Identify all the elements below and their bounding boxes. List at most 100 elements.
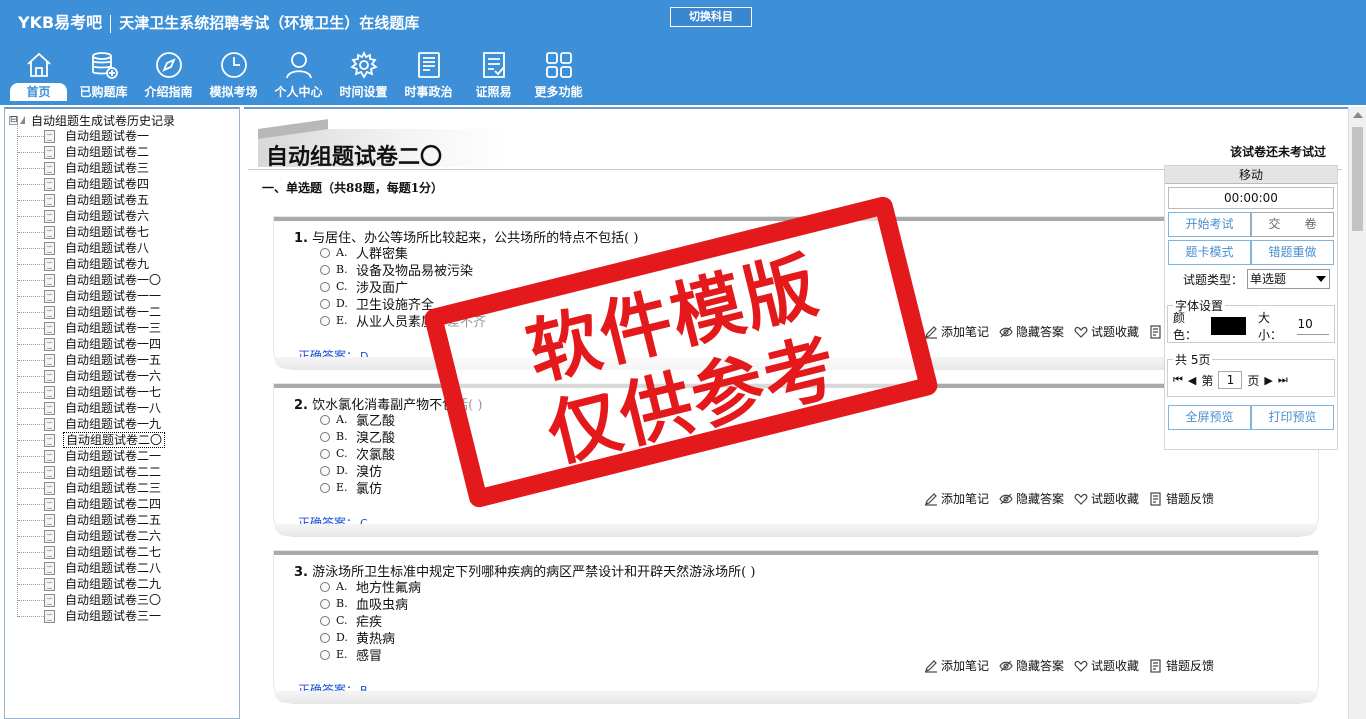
tree-item[interactable]: 自动组题试卷二一 bbox=[5, 448, 239, 464]
option-radio[interactable] bbox=[320, 448, 330, 459]
next-page-icon[interactable]: ▶ bbox=[1264, 374, 1272, 387]
nav-personal-center[interactable]: 个人中心 bbox=[266, 48, 331, 104]
tree-root[interactable]: ⊟ 自动组题生成试卷历史记录 bbox=[9, 112, 175, 128]
tree-item[interactable]: 自动组题试卷一七 bbox=[5, 384, 239, 400]
nav-home[interactable]: 首页 bbox=[6, 48, 71, 104]
option-radio[interactable] bbox=[320, 315, 330, 326]
answer-option[interactable]: C. 次氯酸 bbox=[320, 445, 395, 463]
tree-item[interactable]: 自动组题试卷一二 bbox=[5, 304, 239, 320]
font-color-swatch[interactable] bbox=[1210, 317, 1246, 335]
hide-answer-button[interactable]: 隐藏答案 bbox=[999, 490, 1064, 507]
tree-item[interactable]: 自动组题试卷三〇 bbox=[5, 592, 239, 608]
add-note-button[interactable]: 添加笔记 bbox=[924, 657, 989, 674]
tree-item[interactable]: 自动组题试卷三 bbox=[5, 160, 239, 176]
tree-item[interactable]: 自动组题试卷二六 bbox=[5, 528, 239, 544]
answer-option[interactable]: A. 地方性氟病 bbox=[320, 578, 421, 596]
answer-option[interactable]: E. 氯仿 bbox=[320, 479, 395, 497]
card-mode-button[interactable]: 题卡模式 bbox=[1168, 240, 1251, 265]
tree-item[interactable]: 自动组题试卷一 bbox=[5, 128, 239, 144]
answer-option[interactable]: D. 黄热病 bbox=[320, 629, 421, 647]
switch-subject-button[interactable]: 切换科目 bbox=[670, 7, 752, 27]
favorite-button[interactable]: 试题收藏 bbox=[1074, 323, 1139, 340]
redo-wrong-button[interactable]: 错题重做 bbox=[1251, 240, 1334, 265]
option-radio[interactable] bbox=[320, 431, 330, 442]
nav-guide[interactable]: 介绍指南 bbox=[136, 48, 201, 104]
tree-item[interactable]: 自动组题试卷二二 bbox=[5, 464, 239, 480]
option-radio[interactable] bbox=[320, 465, 330, 476]
tree-item[interactable]: 自动组题试卷二七 bbox=[5, 544, 239, 560]
hide-answer-button[interactable]: 隐藏答案 bbox=[999, 323, 1064, 340]
tree-item[interactable]: 自动组题试卷一八 bbox=[5, 400, 239, 416]
option-radio[interactable] bbox=[320, 414, 330, 425]
nav-certificates[interactable]: 证照易 bbox=[461, 48, 526, 104]
option-radio[interactable] bbox=[320, 281, 330, 292]
move-handle[interactable]: 移动 bbox=[1165, 166, 1337, 184]
answer-option[interactable]: E. 感冒 bbox=[320, 646, 421, 664]
tree-item[interactable]: 自动组题试卷二八 bbox=[5, 560, 239, 576]
favorite-button[interactable]: 试题收藏 bbox=[1074, 657, 1139, 674]
tree-item[interactable]: 自动组题试卷二〇 bbox=[5, 432, 239, 448]
feedback-button[interactable]: 错题反馈 bbox=[1149, 490, 1214, 507]
tree-item[interactable]: 自动组题试卷八 bbox=[5, 240, 239, 256]
tree-item[interactable]: 自动组题试卷二五 bbox=[5, 512, 239, 528]
nav-time-settings[interactable]: 时间设置 bbox=[331, 48, 396, 104]
option-radio[interactable] bbox=[320, 482, 330, 493]
tree-item[interactable]: 自动组题试卷一五 bbox=[5, 352, 239, 368]
option-radio[interactable] bbox=[320, 247, 330, 258]
question-type-select[interactable]: 单选题 bbox=[1247, 269, 1331, 289]
print-preview-button[interactable]: 打印预览 bbox=[1251, 405, 1334, 430]
answer-option[interactable]: B. 血吸虫病 bbox=[320, 595, 421, 613]
first-page-icon[interactable]: ⏮ bbox=[1173, 373, 1183, 387]
tree-item[interactable]: 自动组题试卷二九 bbox=[5, 576, 239, 592]
scrollbar-thumb[interactable] bbox=[1352, 127, 1363, 231]
add-note-button[interactable]: 添加笔记 bbox=[924, 490, 989, 507]
scroll-up-icon[interactable] bbox=[1353, 112, 1363, 118]
nav-mock-exam[interactable]: 模拟考场 bbox=[201, 48, 266, 104]
option-radio[interactable] bbox=[320, 581, 330, 592]
fullscreen-preview-button[interactable]: 全屏预览 bbox=[1168, 405, 1251, 430]
option-radio[interactable] bbox=[320, 632, 330, 643]
answer-option[interactable]: D. 溴仿 bbox=[320, 462, 395, 480]
answer-option[interactable]: C. 疟疾 bbox=[320, 612, 421, 630]
tree-item[interactable]: 自动组题试卷七 bbox=[5, 224, 239, 240]
tree-item[interactable]: 自动组题试卷三一 bbox=[5, 608, 239, 624]
option-radio[interactable] bbox=[320, 649, 330, 660]
tree-item[interactable]: 自动组题试卷四 bbox=[5, 176, 239, 192]
tree-item[interactable]: 自动组题试卷二 bbox=[5, 144, 239, 160]
tree-item[interactable]: 自动组题试卷五 bbox=[5, 192, 239, 208]
tree-item[interactable]: 自动组题试卷九 bbox=[5, 256, 239, 272]
option-radio[interactable] bbox=[320, 298, 330, 309]
option-radio[interactable] bbox=[320, 264, 330, 275]
last-page-icon[interactable]: ⏭ bbox=[1278, 373, 1288, 387]
nav-purchased-banks[interactable]: 已购题库 bbox=[71, 48, 136, 104]
nav-more[interactable]: 更多功能 bbox=[526, 48, 591, 104]
submit-button[interactable]: 交 卷 bbox=[1251, 212, 1334, 237]
answer-option[interactable]: B. 设备及物品易被污染 bbox=[320, 261, 486, 279]
answer-option[interactable]: C. 涉及面广 bbox=[320, 278, 486, 296]
answer-option[interactable]: A. 氯乙酸 bbox=[320, 411, 395, 429]
prev-page-icon[interactable]: ◀ bbox=[1188, 374, 1196, 387]
answer-option[interactable]: A. 人群密集 bbox=[320, 244, 486, 262]
option-radio[interactable] bbox=[320, 598, 330, 609]
tree-item[interactable]: 自动组题试卷一一 bbox=[5, 288, 239, 304]
add-note-button[interactable]: 添加笔记 bbox=[924, 323, 989, 340]
option-radio[interactable] bbox=[320, 615, 330, 626]
feedback-button[interactable]: 错题反馈 bbox=[1149, 657, 1214, 674]
font-size-input[interactable]: 10 bbox=[1297, 317, 1330, 335]
hide-answer-button[interactable]: 隐藏答案 bbox=[999, 657, 1064, 674]
tree-item[interactable]: 自动组题试卷一九 bbox=[5, 416, 239, 432]
page-number-input[interactable]: 1 bbox=[1218, 371, 1243, 389]
tree-item[interactable]: 自动组题试卷六 bbox=[5, 208, 239, 224]
tree-item[interactable]: 自动组题试卷一〇 bbox=[5, 272, 239, 288]
answer-option[interactable]: B. 溴乙酸 bbox=[320, 428, 395, 446]
tree-item[interactable]: 自动组题试卷二四 bbox=[5, 496, 239, 512]
answer-option[interactable]: E. 从业人员素质参差不齐 bbox=[320, 312, 486, 330]
nav-current-affairs[interactable]: 时事政治 bbox=[396, 48, 461, 104]
vertical-scrollbar[interactable] bbox=[1348, 107, 1366, 719]
tree-item[interactable]: 自动组题试卷一六 bbox=[5, 368, 239, 384]
tree-item[interactable]: 自动组题试卷二三 bbox=[5, 480, 239, 496]
tree-item[interactable]: 自动组题试卷一四 bbox=[5, 336, 239, 352]
answer-option[interactable]: D. 卫生设施齐全 bbox=[320, 295, 486, 313]
favorite-button[interactable]: 试题收藏 bbox=[1074, 490, 1139, 507]
start-exam-button[interactable]: 开始考试 bbox=[1168, 212, 1251, 237]
